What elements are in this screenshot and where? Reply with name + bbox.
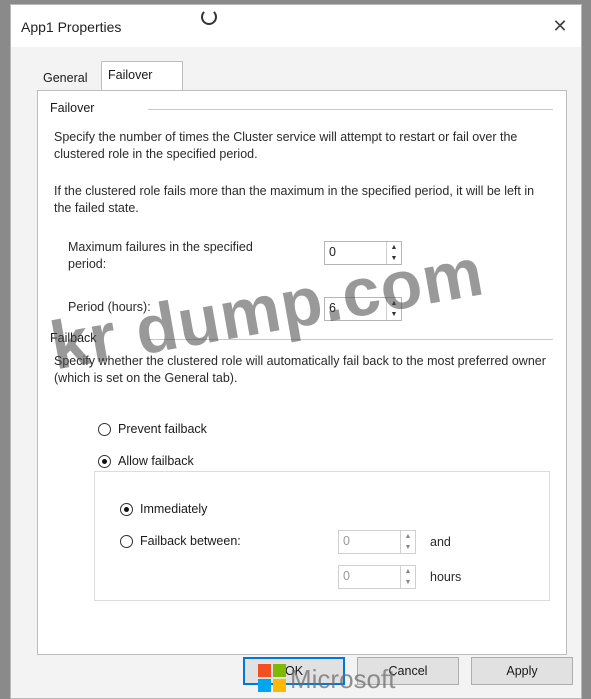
- failback-to-stepper[interactable]: 0 ▲ ▼: [338, 565, 416, 589]
- logo-blue-square: [258, 679, 271, 692]
- radio-selected-icon: [120, 503, 133, 516]
- logo-green-square: [273, 664, 286, 677]
- failback-description: Specify whether the clustered role will …: [54, 354, 546, 385]
- cancel-button[interactable]: Cancel: [357, 657, 459, 685]
- radio-selected-icon: [98, 455, 111, 468]
- failback-between-radio[interactable]: Failback between:: [120, 533, 300, 553]
- failover-note: If the clustered role fails more than th…: [54, 184, 535, 215]
- logo-red-square: [258, 664, 271, 677]
- properties-dialog: App1 Properties ✕ General Failover Failo…: [10, 4, 582, 699]
- and-label: and: [430, 535, 451, 549]
- spin-arrows-icon[interactable]: ▲ ▼: [386, 298, 401, 320]
- window-title: App1 Properties: [21, 19, 122, 35]
- apply-button[interactable]: Apply: [471, 657, 573, 685]
- period-label: Period (hours):: [68, 300, 151, 314]
- failback-heading: Failback: [50, 331, 97, 345]
- radio-unselected-icon: [120, 535, 133, 548]
- failback-from-stepper[interactable]: 0 ▲ ▼: [338, 530, 416, 554]
- radio-unselected-icon: [98, 423, 111, 436]
- failback-from-value[interactable]: 0: [343, 534, 350, 548]
- failback-to-value[interactable]: 0: [343, 569, 350, 583]
- allow-failback-label: Allow failback: [118, 454, 194, 468]
- close-icon[interactable]: ✕: [547, 13, 573, 39]
- failover-heading: Failover: [50, 101, 95, 115]
- prevent-failback-radio[interactable]: Prevent failback: [98, 421, 258, 441]
- tab-general[interactable]: General: [37, 67, 103, 91]
- busy-cursor-icon: [201, 9, 217, 25]
- microsoft-logo-icon: [258, 664, 286, 692]
- period-stepper[interactable]: 6 ▲ ▼: [324, 297, 402, 321]
- max-failures-label: Maximum failures in the specified period…: [68, 240, 253, 271]
- failback-between-label: Failback between:: [140, 534, 241, 548]
- failover-panel: Failover Specify the number of times the…: [37, 90, 567, 655]
- logo-yellow-square: [273, 679, 286, 692]
- spin-arrows-icon[interactable]: ▲ ▼: [400, 566, 415, 588]
- period-value[interactable]: 6: [329, 301, 336, 315]
- failback-divider: [148, 339, 553, 340]
- spin-arrows-icon[interactable]: ▲ ▼: [400, 531, 415, 553]
- max-failures-stepper[interactable]: 0 ▲ ▼: [324, 241, 402, 265]
- tab-failover[interactable]: Failover: [101, 61, 183, 91]
- immediately-radio[interactable]: Immediately: [120, 501, 260, 521]
- failover-divider: [148, 109, 553, 110]
- failover-description: Specify the number of times the Cluster …: [54, 130, 518, 161]
- allow-failback-radio[interactable]: Allow failback: [98, 453, 258, 473]
- immediately-label: Immediately: [140, 502, 208, 516]
- title-bar[interactable]: App1 Properties ✕: [11, 5, 581, 47]
- prevent-failback-label: Prevent failback: [118, 422, 207, 436]
- hours-label: hours: [430, 570, 462, 584]
- spin-arrows-icon[interactable]: ▲ ▼: [386, 242, 401, 264]
- max-failures-value[interactable]: 0: [329, 245, 336, 259]
